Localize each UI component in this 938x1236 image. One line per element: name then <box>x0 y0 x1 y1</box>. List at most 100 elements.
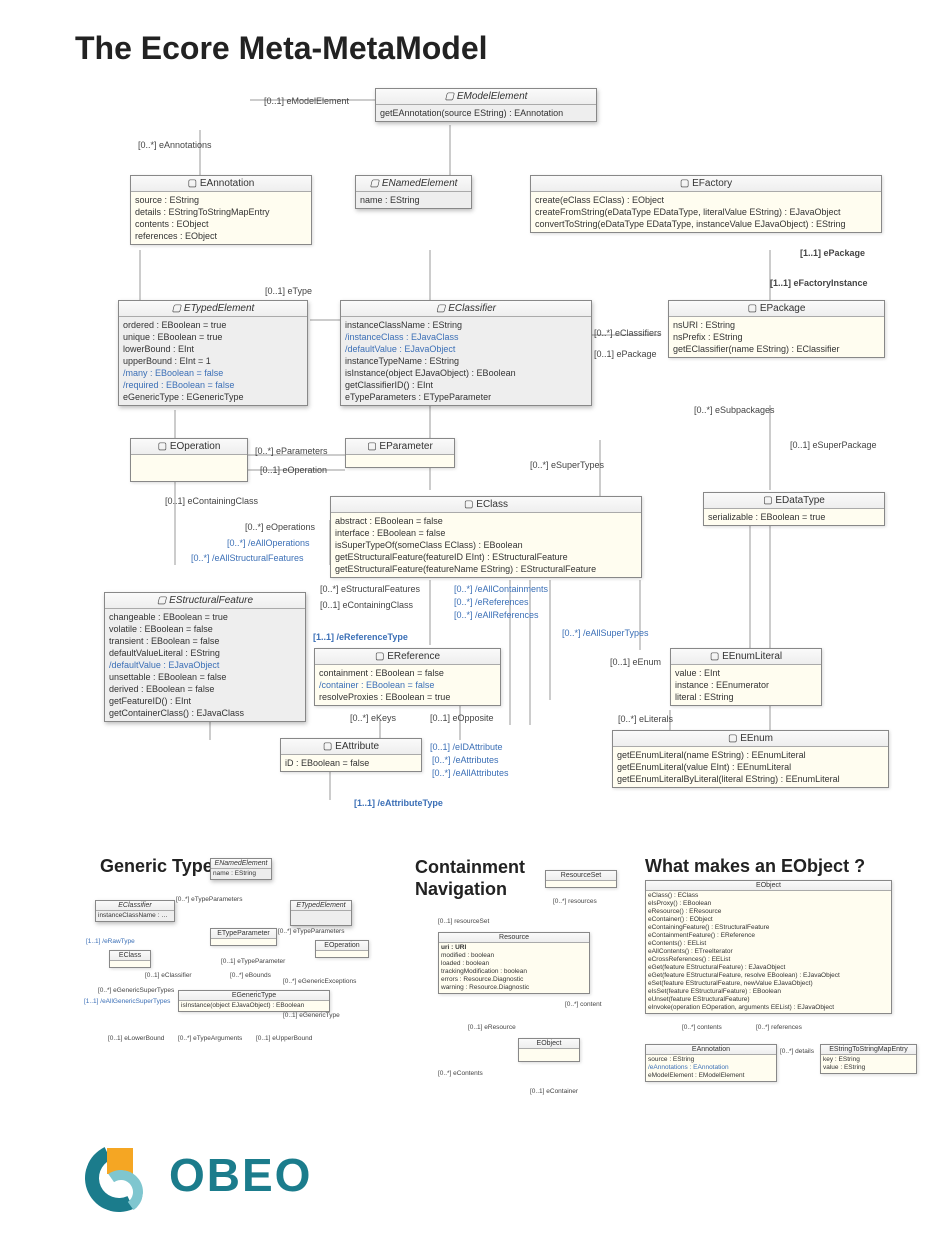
attr: containment : EBoolean = false <box>319 667 496 679</box>
assoc-eType: [0..1] eType <box>265 286 312 296</box>
assoc-eSuperTypes: [0..*] eSuperTypes <box>530 460 604 470</box>
assoc-eAllAttributes: [0..*] /eAllAttributes <box>432 768 509 778</box>
class-name: ▢ EOperation <box>131 439 247 455</box>
gt-ENamedElement: ENamedElementname : EString <box>210 858 272 880</box>
assoc-eEnum: [0..1] eEnum <box>610 657 661 667</box>
class-name: ▢ EClass <box>331 497 641 513</box>
class-name: ▢ EFactory <box>531 176 881 192</box>
class-EFactory: ▢ EFactory create(eClass EClass) : EObje… <box>530 175 882 233</box>
cn-assoc: [0..*] content <box>565 1001 602 1008</box>
attr: lowerBound : EInt <box>123 343 303 355</box>
assoc-eOperation: [0..1] eOperation <box>260 465 327 475</box>
assoc-eAllStructuralFeatures: [0..*] /eAllStructuralFeatures <box>191 553 304 563</box>
gt-assoc: [1..1] /eRawType <box>86 938 135 945</box>
attr: unique : EBoolean = true <box>123 331 303 343</box>
op: getEClassifier(name EString) : EClassifi… <box>673 343 880 355</box>
attr: abstract : EBoolean = false <box>335 515 637 527</box>
op: getEEnumLiteral(value EInt) : EEnumLiter… <box>617 761 884 773</box>
class-name: ▢ EStructuralFeature <box>105 593 305 609</box>
attr-derived: /container : EBoolean = false <box>319 679 496 691</box>
assoc-eContainingClass2: [0..1] eContainingClass <box>320 600 413 610</box>
op: createFromString(eDataType EDataType, li… <box>535 206 877 218</box>
assoc-eAllReferences: [0..*] /eAllReferences <box>454 610 539 620</box>
class-name: ▢ EModelElement <box>376 89 596 105</box>
class-name: ▢ EClassifier <box>341 301 591 317</box>
class-EEnum: ▢ EEnum getEEnumLiteral(name EString) : … <box>612 730 889 788</box>
attr: volatile : EBoolean = false <box>109 623 301 635</box>
gt-assoc: [0..1] eLowerBound <box>108 1035 164 1042</box>
assoc-eContainingClass: [0..1] eContainingClass <box>165 496 258 506</box>
gt-EClass: EClass <box>109 950 151 968</box>
assoc-eParameters: [0..*] eParameters <box>255 446 328 456</box>
op: getClassifierID() : EInt <box>345 379 587 391</box>
page-title: The Ecore Meta-MetaModel <box>75 30 488 67</box>
op: isInstance(object EJavaObject) : EBoolea… <box>345 367 587 379</box>
attr: unsettable : EBoolean = false <box>109 671 301 683</box>
attr: value : EInt <box>675 667 817 679</box>
class-EEnumLiteral: ▢ EEnumLiteral value : EInt instance : E… <box>670 648 822 706</box>
gt-EClassifier: EClassifierinstanceClassName : EString <box>95 900 175 922</box>
op: convertToString(eDataType EDataType, ins… <box>535 218 877 230</box>
cn-assoc: [0..*] resources <box>553 898 597 905</box>
op: isSuperTypeOf(someClass EClass) : EBoole… <box>335 539 637 551</box>
obeo-logo-mark <box>85 1140 155 1210</box>
section-generic-title: Generic Types <box>100 856 223 877</box>
assoc-eClassifiers: [0..*] eClassifiers <box>594 328 662 338</box>
cn-Resource: Resource uri : URI modified : boolean lo… <box>438 932 590 994</box>
eo-EAnnotation: EAnnotation source : EString /eAnnotatio… <box>645 1044 777 1082</box>
class-EPackage: ▢ EPackage nsURI : EString nsPrefix : ES… <box>668 300 885 358</box>
cn-EObject: EObject <box>518 1038 580 1062</box>
gt-assoc: [0..*] eTypeParameters <box>176 896 242 903</box>
assoc-eAttributes: [0..*] /eAttributes <box>432 755 499 765</box>
assoc-eAllOperations: [0..*] /eAllOperations <box>227 538 310 548</box>
op: create(eClass EClass) : EObject <box>535 194 877 206</box>
eo-assoc: [0..*] contents <box>682 1024 722 1031</box>
class-EOperation: ▢ EOperation <box>130 438 248 482</box>
attr-derived: /defaultValue : EJavaObject <box>109 659 301 671</box>
class-name: ▢ ENamedElement <box>356 176 471 192</box>
attr: resolveProxies : EBoolean = true <box>319 691 496 703</box>
eo-EStringToStringMapEntry: EStringToStringMapEntry key : EString va… <box>820 1044 917 1074</box>
diagram-page: The Ecore Meta-MetaModel ▢ EModelElement… <box>0 0 938 1236</box>
gt-assoc: [0..*] eGenericExceptions <box>283 978 356 985</box>
attr-derived: /many : EBoolean = false <box>123 367 303 379</box>
assoc-ePackage01: [0..1] ePackage <box>594 349 657 359</box>
attr: instanceClassName : EString <box>345 319 587 331</box>
attr: contents : EObject <box>135 218 307 230</box>
class-name: ▢ EAnnotation <box>131 176 311 192</box>
assoc-eReferences: [0..*] /eReferences <box>454 597 529 607</box>
attr-derived: /required : EBoolean = false <box>123 379 303 391</box>
assoc-eAnnotations: [0..*] eAnnotations <box>138 140 212 150</box>
gt-assoc: [0..1] eTypeParameter <box>221 958 285 965</box>
assoc-eReferenceType: [1..1] /eReferenceType <box>313 632 408 642</box>
op: getEAnnotation(source EString) : EAnnota… <box>380 107 592 119</box>
attr: nsPrefix : EString <box>673 331 880 343</box>
gt-assoc: [0..*] eTypeParameters <box>278 928 344 935</box>
assoc-eFactoryInstance: [1..1] eFactoryInstance <box>770 278 868 288</box>
cn-ResourceSet: ResourceSet <box>545 870 617 888</box>
cn-assoc: [0..1] eContainer <box>530 1088 578 1095</box>
gt-assoc: [0..*] eGenericSuperTypes <box>98 987 174 994</box>
attr: nsURI : EString <box>673 319 880 331</box>
op: getEEnumLiteral(name EString) : EEnumLit… <box>617 749 884 761</box>
class-ETypedElement: ▢ ETypedElement ordered : EBoolean = tru… <box>118 300 308 406</box>
attr: interface : EBoolean = false <box>335 527 637 539</box>
cn-assoc: [0..1] resourceSet <box>438 918 489 925</box>
op: getFeatureID() : EInt <box>109 695 301 707</box>
attr: defaultValueLiteral : EString <box>109 647 301 659</box>
attr: changeable : EBoolean = true <box>109 611 301 623</box>
class-name: ▢ EPackage <box>669 301 884 317</box>
gt-assoc: [0..1] eGenericType <box>283 1012 340 1019</box>
assoc-eOperations: [0..*] eOperations <box>245 522 315 532</box>
eo-assoc: [0..*] references <box>756 1024 802 1031</box>
gt-assoc: [0..1] eUpperBound <box>256 1035 312 1042</box>
class-ENamedElement: ▢ ENamedElement name : EString <box>355 175 472 209</box>
cn-assoc: [0..1] eResource <box>468 1024 516 1031</box>
class-EAnnotation: ▢ EAnnotation source : EString details :… <box>130 175 312 245</box>
attr: ordered : EBoolean = true <box>123 319 303 331</box>
eo-EObject: EObject eClass() : EClass eIsProxy() : E… <box>645 880 892 1014</box>
attr: iD : EBoolean = false <box>285 757 417 769</box>
attr: name : EString <box>360 194 467 206</box>
gt-assoc: [0..*] eTypeArguments <box>178 1035 242 1042</box>
class-EClass: ▢ EClass abstract : EBoolean = false int… <box>330 496 642 578</box>
